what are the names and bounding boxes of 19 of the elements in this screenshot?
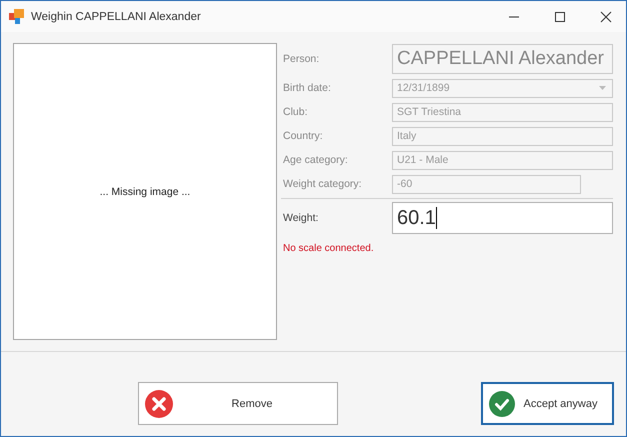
accept-button[interactable]: Accept anyway bbox=[481, 382, 614, 425]
checkmark-icon bbox=[489, 390, 515, 416]
weight-label: Weight: bbox=[282, 212, 320, 224]
remove-button[interactable]: Remove bbox=[138, 382, 338, 425]
close-icon[interactable] bbox=[600, 10, 612, 22]
window-title: Weighin CAPPELLANI Alexander bbox=[31, 10, 202, 22]
field-label: Weight category: bbox=[282, 178, 363, 190]
field-label: Birth date: bbox=[282, 82, 332, 94]
field-label: Country: bbox=[282, 130, 324, 142]
maximize-icon[interactable] bbox=[554, 10, 566, 22]
caret-icon bbox=[599, 86, 606, 90]
remove-icon bbox=[145, 390, 173, 418]
field-label: Person: bbox=[282, 53, 320, 65]
missing-image-text: ... Missing image ... bbox=[100, 186, 190, 198]
field-label: Age category: bbox=[282, 154, 349, 166]
error-message: No scale connected. bbox=[282, 243, 375, 254]
field-label: Club: bbox=[282, 106, 309, 118]
app-icon bbox=[9, 8, 25, 24]
weight-field[interactable]: 60.1 bbox=[392, 202, 613, 234]
